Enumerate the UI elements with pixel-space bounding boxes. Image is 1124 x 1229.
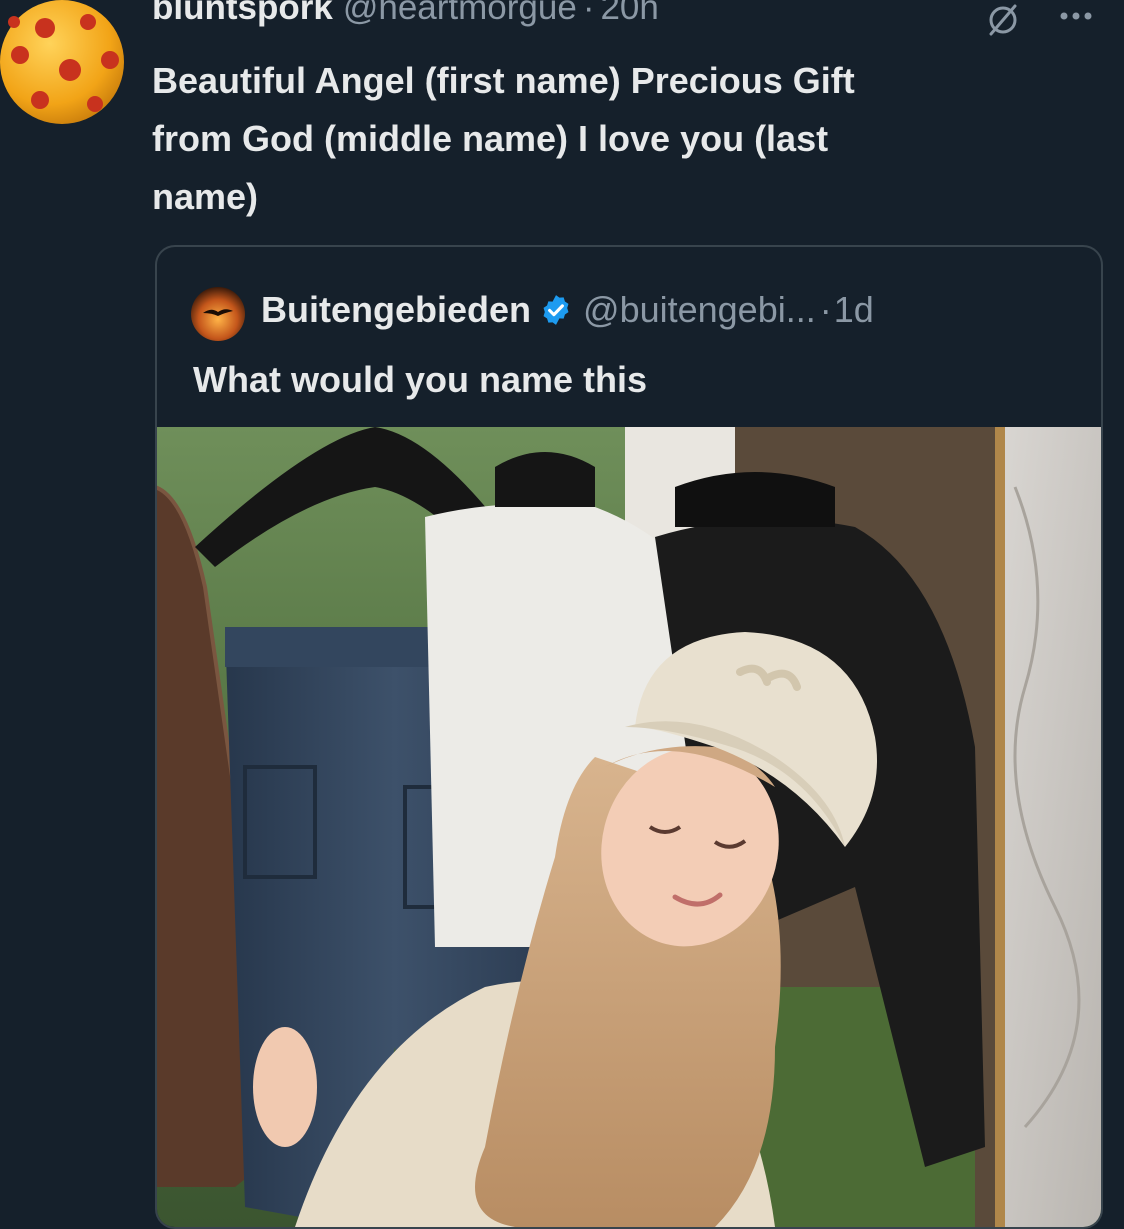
grok-icon[interactable] (985, 2, 1021, 38)
quoted-tweet-timestamp[interactable]: 1d (834, 289, 874, 331)
verified-badge-icon (543, 295, 569, 325)
more-options-icon[interactable] (1056, 4, 1096, 28)
tweet-text: Beautiful Angel (first name) Precious Gi… (152, 60, 855, 217)
quoted-tweet-text: What would you name this (193, 359, 648, 400)
quoted-author-display-name[interactable]: Buitengebieden (261, 289, 531, 331)
author-avatar[interactable] (0, 0, 130, 130)
tweet-header: bluntspork @heartmorgue · 20h (152, 0, 659, 38)
quoted-tweet-header: Buitengebieden @buitengebi... · 1d (261, 289, 874, 331)
photo-woman-in-boutique-icon (157, 427, 1101, 1227)
quoted-author-handle[interactable]: @buitengebi... (583, 289, 816, 331)
quoted-header-separator: · (819, 289, 832, 330)
quoted-tweet-card[interactable]: Buitengebieden @buitengebi... · 1d What … (155, 245, 1103, 1229)
header-separator: · (582, 0, 595, 27)
quoted-tweet-photo[interactable] (157, 427, 1101, 1227)
author-display-name[interactable]: bluntspork (152, 0, 333, 28)
tweet-timestamp[interactable]: 20h (600, 0, 658, 28)
author-handle[interactable]: @heartmorgue (343, 0, 577, 28)
quoted-author-avatar[interactable] (191, 287, 245, 341)
tweet[interactable]: bluntspork @heartmorgue · 20h Beautiful … (0, 0, 1124, 1229)
